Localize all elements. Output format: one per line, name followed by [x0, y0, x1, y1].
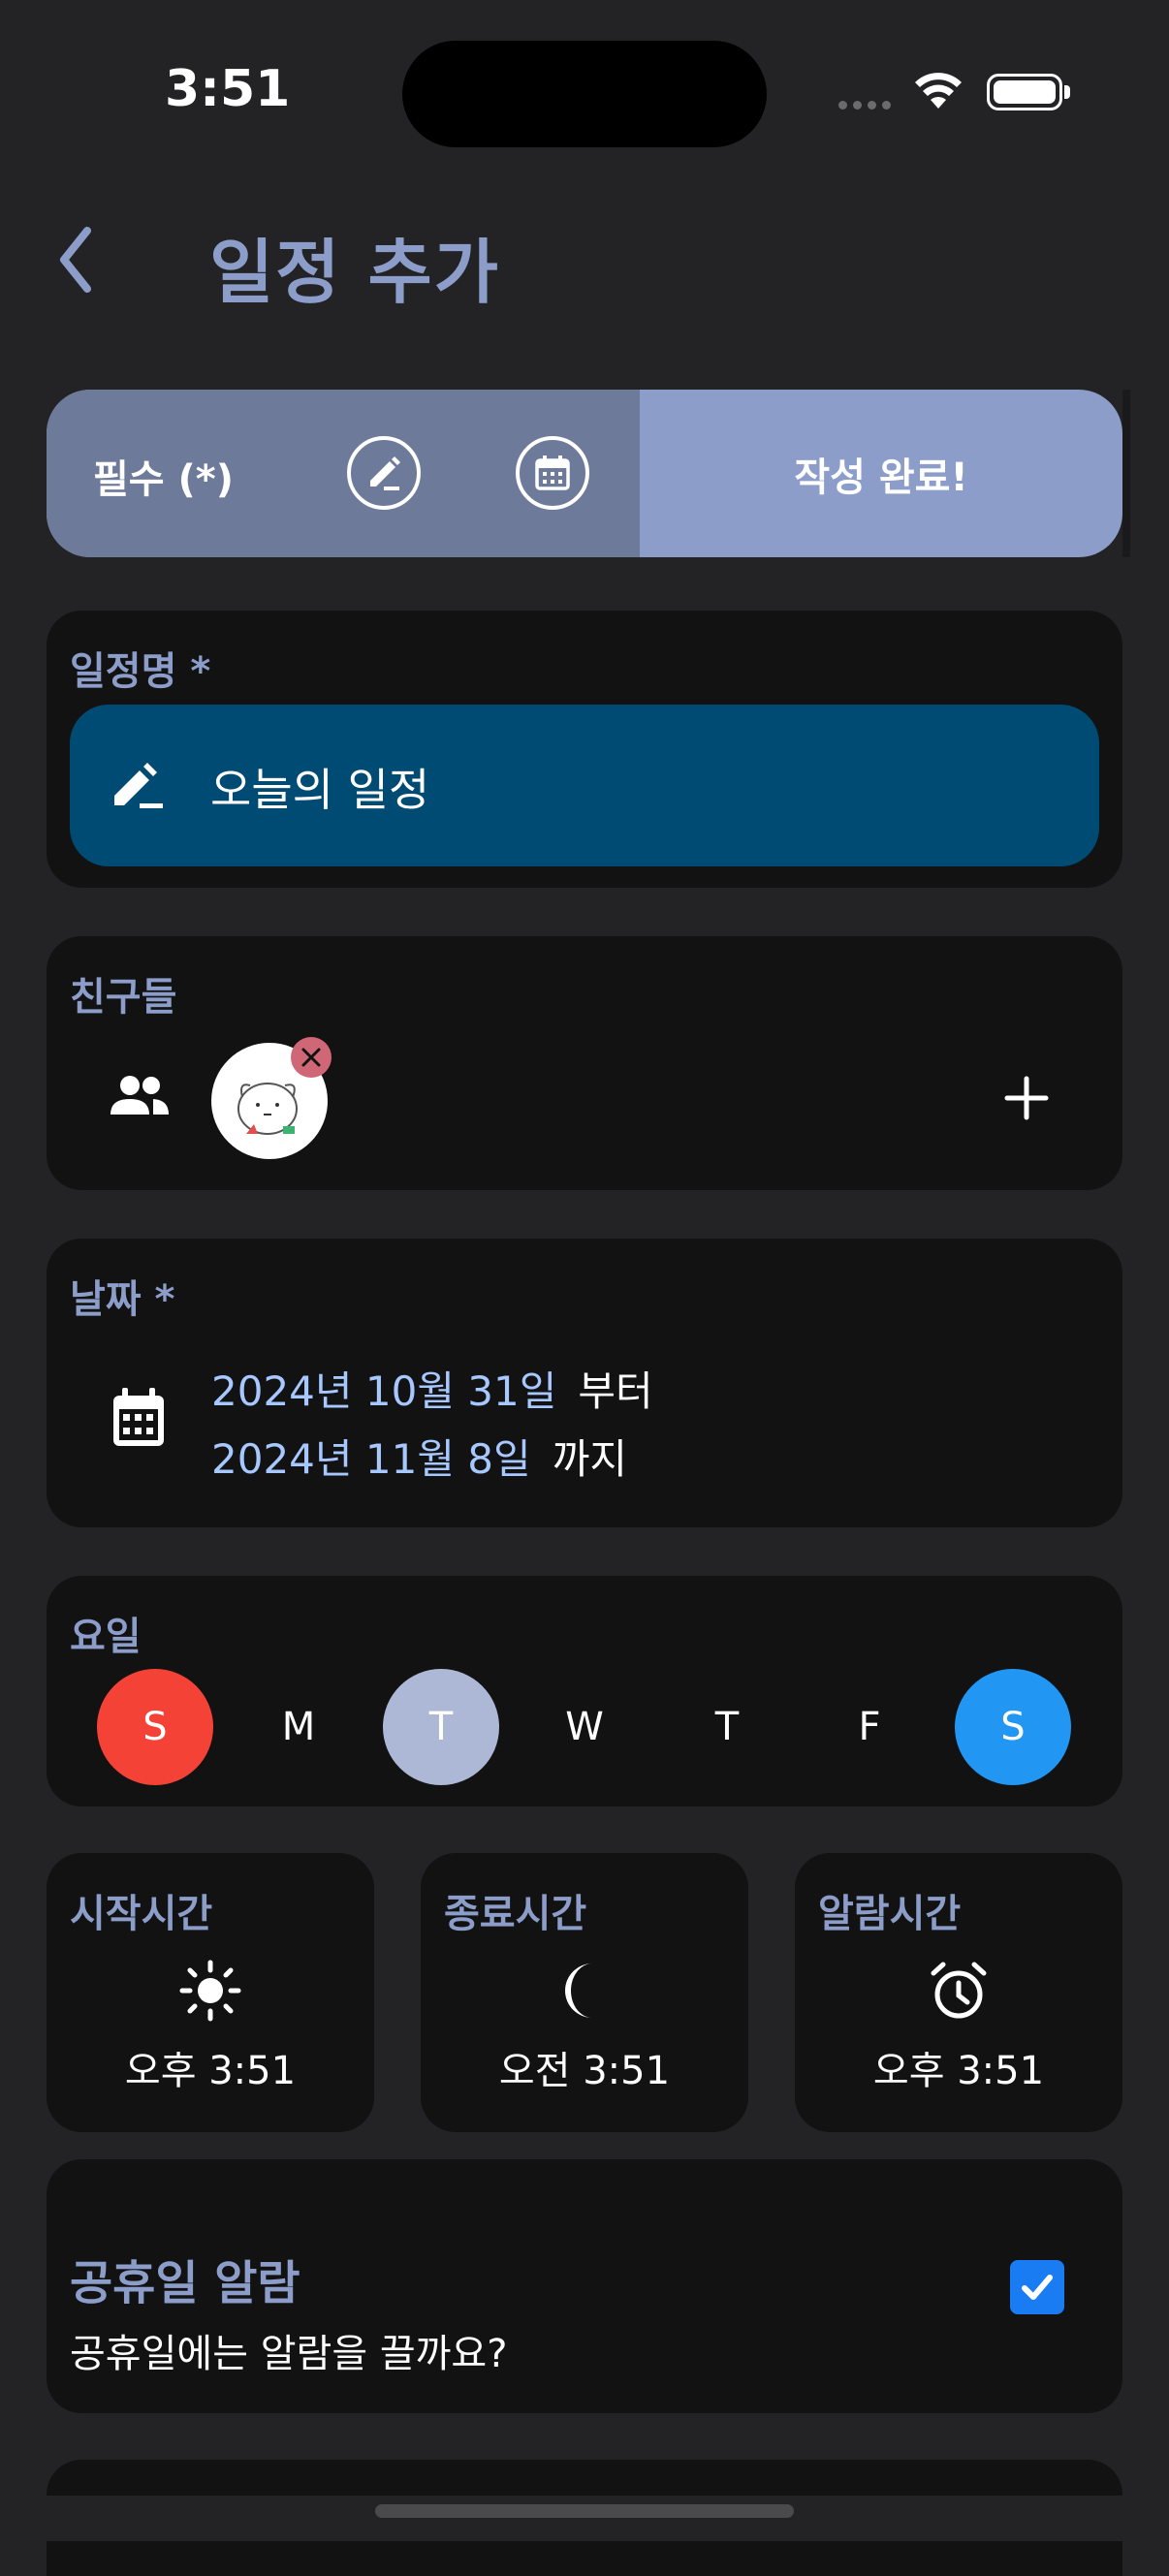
friends-card: 친구들 — [47, 936, 1122, 1190]
battery-tip — [1064, 85, 1070, 99]
step-bar: 필수 (*) 작성 완료! — [47, 390, 1122, 557]
alarm-time-card[interactable]: 알람시간 오후 3:51 — [795, 1853, 1122, 2132]
end-date-suffix: 까지 — [552, 1435, 627, 1483]
edit-icon — [111, 759, 169, 817]
bottom-area — [0, 2496, 1169, 2541]
holiday-alarm-description: 공휴일에는 알람을 끌까요? — [70, 2332, 508, 2376]
day-monday[interactable]: M — [240, 1669, 357, 1785]
start-date-suffix: 부터 — [578, 1367, 653, 1415]
checkmark-icon — [1022, 2275, 1053, 2300]
remove-friend-button[interactable] — [291, 1037, 332, 1078]
day-sunday[interactable]: S — [97, 1669, 213, 1785]
weekday-card: 요일 S M T W T F S — [47, 1576, 1122, 1806]
status-time: 3:51 — [165, 60, 291, 118]
chevron-left-icon — [60, 227, 91, 293]
end-time-label: 종료시간 — [444, 1892, 587, 1936]
end-date-row[interactable]: 2024년 11월 8일 까지 — [211, 1427, 627, 1486]
signal-icon — [838, 101, 891, 110]
calendar-icon[interactable] — [516, 436, 589, 510]
home-indicator[interactable] — [375, 2504, 794, 2518]
start-time-label: 시작시간 — [70, 1892, 213, 1936]
required-label: 필수 (*) — [93, 457, 235, 502]
schedule-name-card: 일정명 * 오늘의 일정 — [47, 611, 1122, 888]
end-time-card[interactable]: 종료시간 오전 3:51 — [421, 1853, 748, 2132]
weekday-label: 요일 — [70, 1615, 142, 1659]
day-saturday[interactable]: S — [955, 1669, 1071, 1785]
step-bar-edge — [1122, 390, 1130, 557]
day-thursday[interactable]: T — [669, 1669, 785, 1785]
start-time-value: 오후 3:51 — [124, 2049, 297, 2093]
plus-icon — [1004, 1076, 1049, 1120]
day-wednesday[interactable]: W — [526, 1669, 643, 1785]
complete-button[interactable]: 작성 완료! — [640, 390, 1122, 557]
end-date: 2024년 11월 8일 — [211, 1435, 531, 1483]
day-tuesday[interactable]: T — [383, 1669, 499, 1785]
holiday-alarm-checkbox[interactable] — [1010, 2260, 1064, 2314]
edit-icon[interactable] — [347, 436, 421, 510]
dynamic-island — [402, 41, 767, 147]
calendar-icon[interactable] — [111, 1386, 167, 1452]
friends-label: 친구들 — [70, 975, 177, 1020]
end-time-value: 오전 3:51 — [498, 2049, 671, 2093]
wifi-icon — [913, 72, 964, 114]
sun-icon — [47, 1960, 374, 2022]
date-label: 날짜 * — [70, 1277, 175, 1322]
start-time-card[interactable]: 시작시간 오후 3:51 — [47, 1853, 374, 2132]
holiday-alarm-card: 공휴일 알람 공휴일에는 알람을 끌까요? — [47, 2159, 1122, 2413]
schedule-name-label: 일정명 * — [70, 649, 211, 694]
schedule-name-value: 오늘의 일정 — [210, 764, 430, 816]
holiday-alarm-title: 공휴일 알람 — [70, 2256, 300, 2310]
schedule-name-input[interactable]: 오늘의 일정 — [70, 705, 1099, 866]
close-icon — [301, 1048, 321, 1067]
date-card: 날짜 * 2024년 10월 31일 부터 2024년 11월 8일 까지 — [47, 1239, 1122, 1527]
start-date-row[interactable]: 2024년 10월 31일 부터 — [211, 1359, 653, 1418]
people-icon — [109, 1074, 171, 1120]
add-friend-button[interactable] — [1004, 1076, 1049, 1124]
alarm-time-value: 오후 3:51 — [872, 2049, 1045, 2093]
page-title: 일정 추가 — [209, 232, 501, 313]
alarm-time-label: 알람시간 — [818, 1892, 962, 1936]
moon-icon — [421, 1960, 748, 2022]
battery-icon — [987, 74, 1062, 110]
day-friday[interactable]: F — [811, 1669, 928, 1785]
back-button[interactable] — [56, 225, 95, 298]
start-date: 2024년 10월 31일 — [211, 1367, 557, 1415]
alarm-clock-icon — [795, 1960, 1122, 2022]
